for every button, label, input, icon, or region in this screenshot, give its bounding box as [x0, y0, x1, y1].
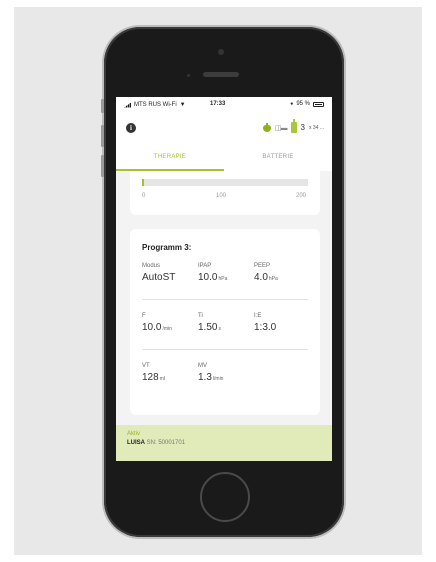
param-unit: hPa — [268, 276, 278, 282]
gauge-tick-min: 0 — [142, 193, 146, 199]
param-ipap: IPAP 10.0hPa — [198, 263, 227, 283]
param-unit: hPa — [218, 276, 228, 282]
param-value: 128 — [142, 372, 159, 383]
param-label: Ti — [198, 313, 203, 319]
param-label: I:E — [254, 313, 262, 319]
param-unit: l/min — [212, 376, 224, 382]
tab-batterie[interactable]: BATTERIE — [224, 143, 332, 171]
home-button[interactable] — [200, 472, 250, 522]
info-icon[interactable]: i — [126, 123, 136, 133]
param-label: F — [142, 313, 146, 319]
gauge-tick-mid: 100 — [216, 193, 227, 199]
param-label: PEEP — [254, 263, 271, 269]
app-header: i ◫▬ 3 x 34 ... — [116, 113, 332, 143]
alarm-icon: ● — [290, 101, 294, 107]
param-modus: Modus AutoST — [142, 263, 175, 283]
signal-icon — [124, 102, 131, 108]
param-unit: /min — [162, 326, 172, 332]
gauge-track — [142, 179, 308, 186]
battery-time: x 34 ... — [308, 124, 324, 131]
phone-frame: MTS RUS Wi-Fi ▼ 17:33 ● 95 % i ◫▬ 3 x 34… — [101, 27, 344, 537]
param-value: 1.50 — [198, 322, 218, 333]
tab-therapie[interactable]: THERAPIE — [116, 143, 224, 171]
battery-count: 3 — [300, 123, 305, 132]
device-footer[interactable]: Aktiv LUISA SN: 50001701 — [116, 425, 332, 461]
battery-percent: 95 % — [296, 101, 310, 107]
status-time: 17:33 — [210, 101, 226, 107]
wifi-icon: ▼ — [179, 102, 186, 108]
device-name: LUISA — [127, 440, 145, 446]
plug-icon: ◫▬ — [274, 124, 288, 132]
param-unit: ml — [159, 376, 165, 382]
volume-down-button — [101, 155, 104, 177]
device-status: Aktiv — [127, 431, 141, 437]
param-ie: I:E 1:3.0 — [254, 313, 276, 333]
battery-icon — [313, 101, 324, 107]
gauge-card: 0 100 200 — [130, 171, 320, 215]
carrier-name: MTS RUS Wi-Fi — [134, 102, 177, 108]
volume-up-button — [101, 125, 104, 147]
param-vt: VT 128ml — [142, 363, 165, 383]
battery-cylinder-icon — [290, 119, 297, 133]
param-label: IPAP — [198, 263, 212, 269]
param-peep: PEEP 4.0hPa — [254, 263, 278, 283]
param-label: VT — [142, 363, 150, 369]
param-mv: MV 1.3l/min — [198, 363, 223, 383]
param-label: MV — [198, 363, 207, 369]
divider — [142, 299, 308, 300]
param-value: 1:3.0 — [254, 322, 277, 333]
param-value: AutoST — [142, 272, 176, 283]
program-card: Programm 3: Modus AutoST IPAP 10.0hPa PE… — [130, 229, 320, 415]
status-bar: MTS RUS Wi-Fi ▼ 17:33 ● 95 % — [116, 97, 332, 113]
param-value: 4.0 — [254, 272, 268, 283]
program-title: Programm 3: — [142, 243, 192, 252]
param-f: F 10.0/min — [142, 313, 172, 333]
gauge-tick-max: 200 — [296, 193, 307, 199]
param-value: 10.0 — [142, 322, 162, 333]
param-value: 10.0 — [198, 272, 218, 283]
param-ti: Ti 1.50s — [198, 313, 221, 333]
screen: MTS RUS Wi-Fi ▼ 17:33 ● 95 % i ◫▬ 3 x 34… — [116, 97, 332, 461]
device-serial: SN: 50001701 — [146, 440, 186, 446]
param-label: Modus — [142, 263, 161, 269]
divider — [142, 349, 308, 350]
earpiece-speaker — [203, 72, 239, 77]
param-unit: s — [218, 326, 221, 332]
param-value: 1.3 — [198, 372, 212, 383]
lungs-icon — [262, 122, 271, 133]
mute-switch — [101, 99, 104, 113]
front-camera — [218, 49, 224, 55]
gauge-fill — [142, 179, 144, 186]
proximity-sensor — [187, 74, 190, 77]
tab-bar: THERAPIE BATTERIE — [116, 143, 332, 171]
